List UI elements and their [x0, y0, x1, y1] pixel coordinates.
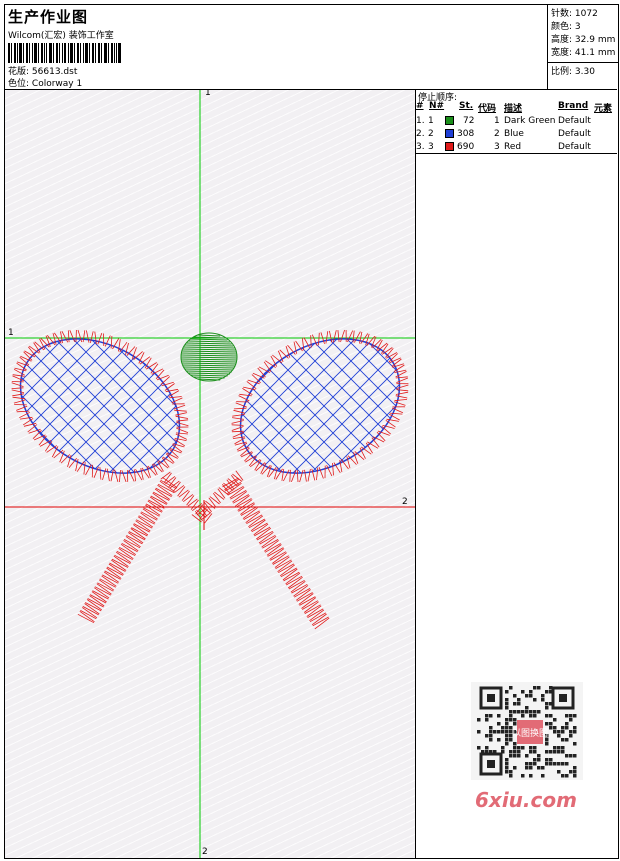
right-racket-outline-blue	[239, 338, 401, 474]
stitches-label: 针数:	[551, 9, 573, 19]
axis-label-h-left: 1	[8, 328, 14, 338]
row-brand: Default	[558, 142, 591, 152]
col-brand: Brand	[558, 101, 589, 111]
colorway-row: 色位: Colorway 1	[8, 76, 82, 89]
qr-code[interactable]: 以图换图	[471, 682, 583, 780]
row-index: 2.	[416, 129, 425, 139]
qr-label: 以图换图	[512, 727, 548, 739]
axis-label-h-right: 2	[402, 497, 408, 507]
row-code: 3	[494, 142, 500, 152]
company-name: Wilcom(汇宏) 装饰工作室	[8, 31, 114, 41]
row-stitches: 308	[457, 129, 475, 139]
watermark-text: 6xiu.com	[475, 788, 577, 812]
height-row: 高度: 32.9 mm	[551, 32, 615, 45]
height-label: 高度:	[551, 35, 573, 45]
row-n: 1	[428, 116, 434, 126]
scale-value: 3.30	[574, 67, 595, 77]
width-label: 宽度:	[551, 48, 573, 58]
color-swatch	[445, 129, 454, 138]
col-index: #	[416, 101, 424, 111]
colorway-value: Colorway 1	[31, 79, 83, 89]
red-satin-stitches	[11, 329, 409, 630]
stats-panel: 针数: 1072 颜色: 3 高度: 32.9 mm 宽度: 41.1 mm 比…	[547, 5, 618, 89]
scale-row: 比例: 3.30	[551, 64, 595, 77]
panel-divider	[416, 153, 617, 154]
color-swatch	[445, 116, 454, 125]
row-n: 3	[428, 142, 434, 152]
header: 生产作业图 Wilcom(汇宏) 装饰工作室 花版: 56613.dst 色位:…	[5, 5, 618, 90]
row-code: 1	[494, 116, 500, 126]
row-brand: Default	[558, 129, 591, 139]
row-code: 2	[494, 129, 500, 139]
row-brand: Default	[558, 116, 591, 126]
scale-label: 比例:	[551, 67, 573, 77]
stitches-value: 1072	[574, 9, 598, 19]
col-element: 元素	[594, 104, 613, 114]
stats-divider	[548, 62, 618, 63]
row-description: Red	[504, 142, 522, 152]
row-description: Blue	[504, 129, 524, 139]
col-n: N#	[429, 101, 445, 111]
colorway-label: 色位:	[8, 79, 30, 89]
width-value: 41.1 mm	[574, 48, 616, 58]
col-description: 描述	[504, 104, 523, 114]
width-row: 宽度: 41.1 mm	[551, 45, 615, 58]
colors-label: 颜色:	[551, 22, 573, 32]
axis-label-v-bottom: 2	[202, 847, 208, 857]
axis-label-v-top: 1	[205, 90, 211, 98]
colors-row: 颜色: 3	[551, 19, 581, 32]
page-title: 生产作业图	[8, 8, 89, 26]
height-value: 32.9 mm	[574, 35, 616, 45]
stitches-row: 针数: 1072	[551, 6, 598, 19]
barcode	[8, 43, 121, 63]
col-code: 代码	[478, 104, 497, 114]
row-index: 1.	[416, 116, 425, 126]
row-index: 3.	[416, 142, 425, 152]
embroidery-preview	[5, 90, 415, 858]
tennis-ball	[180, 332, 238, 382]
color-swatch	[445, 142, 454, 151]
design-canvas[interactable]: 1 2 1 2	[5, 90, 416, 858]
colors-value: 3	[574, 22, 581, 32]
row-stitches: 690	[457, 142, 475, 152]
col-stitches: St.	[459, 101, 474, 111]
row-description: Dark Green	[504, 116, 556, 126]
row-stitches: 72	[463, 116, 475, 126]
row-n: 2	[428, 129, 434, 139]
